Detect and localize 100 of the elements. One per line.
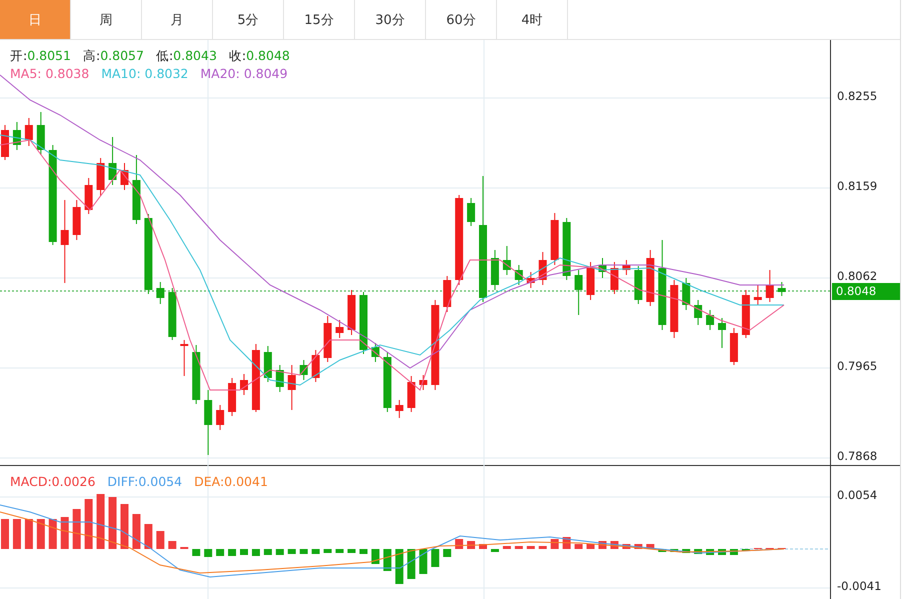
macd-bar xyxy=(419,549,428,574)
macd-bar xyxy=(276,549,284,555)
macd-bar xyxy=(586,544,595,549)
candlestick xyxy=(168,288,176,340)
candlestick xyxy=(383,352,392,412)
macd-bar xyxy=(1,519,9,549)
macd-bar xyxy=(108,497,117,549)
candlestick xyxy=(598,258,606,278)
candlestick xyxy=(371,342,380,362)
candlestick xyxy=(192,344,200,404)
macd-value: DIFF:0.0054 xyxy=(107,473,182,491)
macd-bar xyxy=(694,549,702,554)
candlestick xyxy=(180,340,188,376)
macd-bar xyxy=(204,549,212,557)
candlestick xyxy=(216,404,224,430)
axis-label: 0.0054 xyxy=(837,488,878,502)
macd-value: DEA:0.0041 xyxy=(194,473,268,491)
candlestick xyxy=(204,390,212,456)
candlestick xyxy=(240,374,248,396)
macd-bar xyxy=(383,549,392,571)
candlestick xyxy=(407,376,416,412)
candlestick xyxy=(443,276,452,312)
macd-bar xyxy=(132,514,140,549)
candlestick xyxy=(514,264,523,286)
candlestick xyxy=(467,198,476,226)
candlestick xyxy=(766,270,774,302)
macd-bar xyxy=(120,504,128,549)
macd-bar xyxy=(646,544,654,549)
macd-bar xyxy=(634,544,642,549)
candlestick xyxy=(72,200,81,240)
macd-bar xyxy=(550,539,559,549)
macd-bar xyxy=(144,524,152,549)
candlestick xyxy=(419,374,428,390)
candlestick xyxy=(24,118,33,146)
macd-bar xyxy=(312,549,320,554)
candlestick xyxy=(228,378,236,416)
candlestick xyxy=(1,124,9,160)
candlestick xyxy=(12,122,21,150)
candlestick xyxy=(574,270,583,316)
candlestick xyxy=(264,346,272,382)
macd-bar xyxy=(288,549,296,554)
candlestick xyxy=(490,250,499,290)
macd-bar xyxy=(60,517,69,549)
macd-bar xyxy=(514,546,523,549)
macd-bar xyxy=(455,539,464,549)
axis-label: 0.7965 xyxy=(837,359,878,373)
moving-average-value: MA20: 0.8049 xyxy=(200,65,288,83)
candlestick xyxy=(252,344,260,412)
macd-bar xyxy=(192,549,200,556)
macd-bar xyxy=(324,549,332,553)
macd-bar xyxy=(670,549,678,552)
macd-bar xyxy=(682,549,690,553)
candlestick xyxy=(526,272,535,288)
candlestick xyxy=(682,278,690,310)
candlestick xyxy=(312,350,320,382)
candlestick xyxy=(156,282,164,304)
candlestick xyxy=(694,300,702,326)
macd-bar xyxy=(24,519,33,549)
macd-bar xyxy=(490,549,499,552)
macd-bar xyxy=(360,549,368,554)
macd-bar xyxy=(96,494,105,549)
candlestick xyxy=(108,136,117,186)
candlestick xyxy=(778,282,786,296)
macd-bar xyxy=(395,549,404,584)
macd-bar xyxy=(12,519,21,549)
candlestick xyxy=(634,266,642,304)
macd-bar xyxy=(168,541,176,549)
candlestick xyxy=(336,320,344,338)
macd-bar xyxy=(252,549,260,556)
axis-label: 0.8255 xyxy=(837,89,878,103)
candlestick xyxy=(538,252,547,286)
candlestick xyxy=(742,290,750,338)
candlestick xyxy=(562,218,571,280)
macd-bar xyxy=(228,549,236,556)
candlestick xyxy=(288,364,296,410)
candlestick xyxy=(84,178,93,214)
candlestick xyxy=(324,316,332,362)
macd-value: MACD:0.0026 xyxy=(10,473,96,491)
macd-bar xyxy=(48,519,57,549)
candlestick xyxy=(300,360,308,380)
candlestick xyxy=(36,112,45,156)
candlestick xyxy=(360,292,368,354)
axis-label: 0.8159 xyxy=(837,179,878,193)
macd-bar xyxy=(264,549,272,555)
candlestick xyxy=(706,310,714,330)
macd-bar xyxy=(72,509,81,549)
axis-label: -0.0041 xyxy=(837,579,882,593)
quote-value: 开:0.8051 xyxy=(10,47,71,65)
quote-value: 高:0.8057 xyxy=(82,47,144,65)
candlestick xyxy=(646,250,654,306)
candlestick xyxy=(120,162,128,190)
macd-bar xyxy=(300,549,308,554)
macd-bar xyxy=(156,531,164,549)
candlestick xyxy=(718,318,726,348)
axis-label: 0.7868 xyxy=(837,449,878,463)
candlestick xyxy=(754,284,762,306)
candlestick xyxy=(586,262,595,300)
macd-bar xyxy=(502,546,511,549)
candlestick xyxy=(395,400,404,418)
quote-value: 低:0.8043 xyxy=(156,47,217,65)
